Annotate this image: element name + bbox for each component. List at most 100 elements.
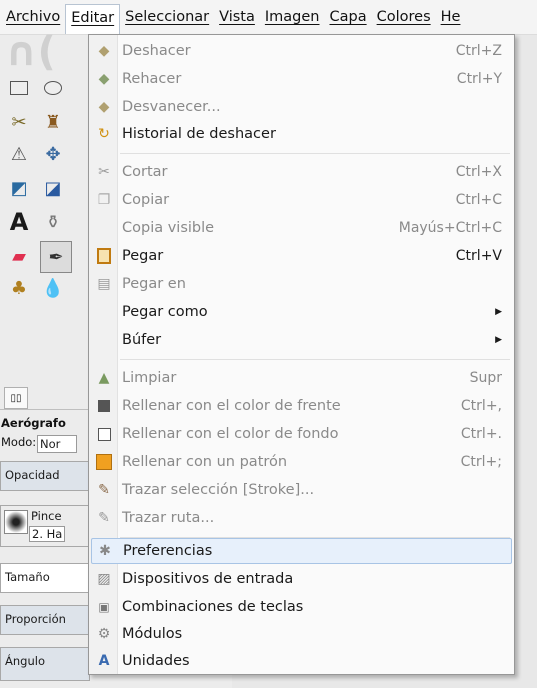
- undo-icon: ◆: [98, 43, 110, 59]
- menu-item-redo[interactable]: ◆ Rehacer Ctrl+Y: [91, 66, 512, 92]
- menu-seleccionar[interactable]: Seleccionar: [120, 3, 214, 31]
- submenu-arrow-icon: ▶: [495, 307, 502, 317]
- menu-colores[interactable]: Colores: [372, 3, 436, 31]
- tool-options-tab[interactable]: ▯▯: [4, 387, 28, 409]
- menu-shortcut: Ctrl+;: [460, 454, 502, 470]
- menu-item-copy[interactable]: ❐ Copiar Ctrl+C: [91, 187, 512, 213]
- menu-label: Desvanecer...: [122, 99, 221, 115]
- menubar: Archivo Editar Seleccionar Vista Imagen …: [0, 0, 537, 35]
- menu-label: Historial de deshacer: [122, 126, 276, 142]
- menu-separator: [120, 359, 510, 360]
- opacity-slider[interactable]: Opacidad: [0, 461, 90, 491]
- ratio-label: Proporción: [5, 612, 66, 626]
- menu-item-stroke-selection[interactable]: ✎ Trazar selección [Stroke]...: [91, 477, 512, 503]
- menu-shortcut: Ctrl+V: [455, 248, 502, 264]
- brush-value: 2. Ha: [29, 526, 66, 542]
- scissors-icon: ✂: [98, 164, 110, 180]
- menu-label: Dispositivos de entrada: [122, 571, 294, 587]
- menu-item-undo-history[interactable]: ↻ Historial de deshacer: [91, 121, 512, 147]
- blur-icon[interactable]: 💧: [40, 275, 66, 301]
- mode-select[interactable]: Nor: [37, 435, 77, 453]
- menu-shortcut: Ctrl+,: [460, 398, 502, 414]
- paste-icon: [92, 244, 116, 268]
- menu-label: Combinaciones de teclas: [122, 599, 304, 615]
- brush-preview-icon: [4, 510, 28, 534]
- submenu-arrow-icon: ▶: [495, 335, 502, 345]
- transform-icon[interactable]: ◪: [40, 175, 66, 201]
- menu-item-fade[interactable]: ◆ Desvanecer...: [91, 94, 512, 120]
- mode-label: Modo:: [1, 435, 37, 449]
- menu-shortcut: Mayús+Ctrl+C: [398, 220, 502, 236]
- menu-capa[interactable]: Capa: [325, 3, 372, 31]
- menu-ayuda[interactable]: He: [436, 3, 466, 31]
- airbrush-icon[interactable]: ✒: [40, 241, 72, 273]
- move-icon[interactable]: ✥: [40, 141, 66, 167]
- bucket-fill-icon[interactable]: ⚱: [40, 209, 66, 235]
- menu-archivo[interactable]: Archivo: [0, 3, 65, 31]
- stroke-path-icon: ✎: [98, 510, 110, 526]
- menu-label: Rellenar con un patrón: [122, 454, 288, 470]
- rect-select-icon[interactable]: [6, 75, 32, 101]
- angle-label: Ángulo: [5, 654, 45, 668]
- menu-item-cut[interactable]: ✂ Cortar Ctrl+X: [91, 159, 512, 185]
- input-devices-icon: ▨: [97, 571, 111, 587]
- menu-label: Pegar en: [122, 276, 186, 292]
- menu-separator: [120, 153, 510, 154]
- paste-into-icon: ▤: [97, 276, 111, 292]
- menu-item-fill-fg[interactable]: Rellenar con el color de frente Ctrl+,: [91, 393, 512, 419]
- menu-shortcut: Ctrl+Z: [455, 43, 502, 59]
- blank-icon: [92, 216, 116, 240]
- menu-item-undo[interactable]: ◆ Deshacer Ctrl+Z: [91, 38, 512, 64]
- menu-label: Copia visible: [122, 220, 215, 236]
- crop-icon[interactable]: ◩: [6, 175, 32, 201]
- eraser-icon: ▲: [98, 370, 110, 386]
- copy-icon: ❐: [97, 192, 111, 208]
- menu-item-paste-into[interactable]: ▤ Pegar en: [91, 271, 512, 297]
- menu-item-clear[interactable]: ▲ Limpiar Supr: [91, 365, 512, 391]
- menu-vista[interactable]: Vista: [214, 3, 260, 31]
- ellipse-select-icon[interactable]: [40, 75, 66, 101]
- keyboard-icon: ▣: [98, 600, 110, 614]
- size-label: Tamaño: [5, 570, 50, 584]
- menu-label: Pegar: [122, 248, 164, 264]
- menu-item-paste-as[interactable]: Pegar como ▶: [91, 299, 512, 325]
- menu-shortcut: Ctrl+.: [460, 426, 502, 442]
- menu-item-fill-pattern[interactable]: Rellenar con un patrón Ctrl+;: [91, 449, 512, 475]
- scissors-select-icon[interactable]: ✂: [6, 109, 32, 135]
- menu-item-stroke-path[interactable]: ✎ Trazar ruta...: [91, 505, 512, 531]
- menu-item-paste[interactable]: Pegar Ctrl+V: [91, 243, 512, 269]
- menu-item-modules[interactable]: ⚙ Módulos: [91, 621, 512, 647]
- menu-item-preferences[interactable]: ✱ Preferencias: [91, 538, 512, 564]
- angle-slider[interactable]: Ángulo: [0, 647, 90, 681]
- ratio-slider[interactable]: Proporción: [0, 605, 90, 635]
- align-icon[interactable]: ⚠: [6, 141, 32, 167]
- opacity-label: Opacidad: [5, 468, 60, 482]
- fill-bg-icon: [92, 422, 116, 446]
- units-icon: A: [98, 653, 110, 669]
- pattern-icon: [92, 450, 116, 474]
- blank-icon: [92, 328, 116, 352]
- size-slider[interactable]: Tamaño: [0, 563, 90, 593]
- menu-shortcut: Ctrl+Y: [456, 71, 502, 87]
- menu-item-copy-visible[interactable]: Copia visible Mayús+Ctrl+C: [91, 215, 512, 241]
- menu-imagen[interactable]: Imagen: [260, 3, 325, 31]
- menu-item-fill-bg[interactable]: Rellenar con el color de fondo Ctrl+.: [91, 421, 512, 447]
- brush-selector[interactable]: Pince 2. Ha: [0, 505, 90, 547]
- menu-item-units[interactable]: A Unidades: [91, 648, 512, 674]
- menu-shortcut: Ctrl+C: [455, 192, 502, 208]
- foreground-select-icon[interactable]: ♜: [40, 109, 66, 135]
- menu-label: Copiar: [122, 192, 170, 208]
- text-tool-icon[interactable]: A: [6, 208, 32, 236]
- eraser-icon[interactable]: ▰: [6, 243, 32, 269]
- menu-label: Rellenar con el color de fondo: [122, 426, 339, 442]
- menu-label: Pegar como: [122, 304, 208, 320]
- tool-name: Aerógrafo: [1, 416, 66, 430]
- menu-item-buffer[interactable]: Búfer ▶: [91, 327, 512, 353]
- menu-editar[interactable]: Editar: [65, 4, 121, 34]
- menu-label: Trazar selección [Stroke]...: [122, 482, 315, 498]
- menu-shortcut: Ctrl+X: [455, 164, 502, 180]
- blank-icon: [92, 300, 116, 324]
- menu-item-input-devices[interactable]: ▨ Dispositivos de entrada: [91, 566, 512, 592]
- clone-icon[interactable]: ♣: [6, 275, 32, 301]
- menu-item-keyboard-shortcuts[interactable]: ▣ Combinaciones de teclas: [91, 594, 512, 620]
